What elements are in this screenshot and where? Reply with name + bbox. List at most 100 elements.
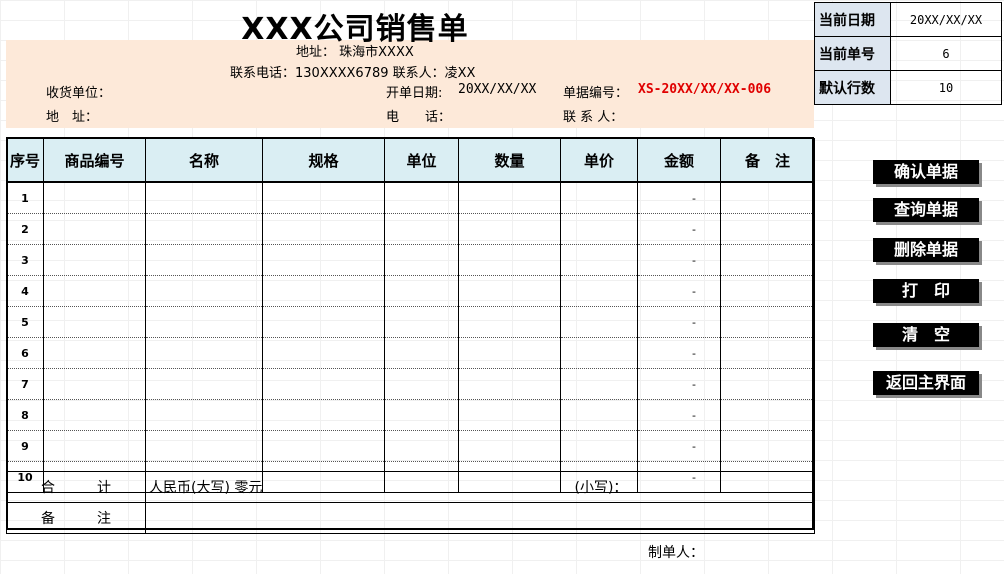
cell-name[interactable] — [145, 368, 263, 400]
cell-price[interactable] — [560, 399, 638, 431]
cell-product-code[interactable] — [43, 306, 146, 338]
cell-quantity[interactable] — [458, 430, 561, 462]
info-panel: 当前日期 20XX/XX/XX 当前单号 6 默认行数 10 — [814, 2, 1002, 105]
cell-price[interactable] — [560, 337, 638, 369]
phone-label: 电 话： — [386, 110, 452, 125]
cell-quantity[interactable] — [458, 213, 561, 245]
col-header-unit: 单位 — [384, 138, 459, 183]
col-header-index: 序号 — [6, 138, 44, 183]
table-row: 7- — [6, 368, 815, 400]
cell-amount[interactable]: - — [637, 337, 721, 369]
delete-doc-button[interactable]: 删除单据 — [873, 238, 979, 262]
cell-remark[interactable] — [720, 430, 815, 462]
current-date-value[interactable]: 20XX/XX/XX — [890, 2, 1002, 37]
current-doc-no-label: 当前单号 — [814, 36, 891, 71]
table-row: 5- — [6, 306, 815, 338]
cell-product-code[interactable] — [43, 182, 146, 214]
cell-name[interactable] — [145, 337, 263, 369]
cell-price[interactable] — [560, 213, 638, 245]
cell-spec[interactable] — [262, 399, 385, 431]
cell-name[interactable] — [145, 275, 263, 307]
cell-spec[interactable] — [262, 244, 385, 276]
cell-remark[interactable] — [720, 306, 815, 338]
cell-name[interactable] — [145, 213, 263, 245]
cell-unit[interactable] — [384, 337, 459, 369]
current-date-label: 当前日期 — [814, 2, 891, 37]
cell-product-code[interactable] — [43, 213, 146, 245]
cell-unit[interactable] — [384, 275, 459, 307]
cell-quantity[interactable] — [458, 306, 561, 338]
cell-product-code[interactable] — [43, 275, 146, 307]
cell-price[interactable] — [560, 244, 638, 276]
default-rows-value[interactable]: 10 — [890, 70, 1002, 105]
cell-amount[interactable]: - — [637, 430, 721, 462]
cell-remark[interactable] — [720, 213, 815, 245]
cell-name[interactable] — [145, 244, 263, 276]
cell-amount[interactable]: - — [637, 275, 721, 307]
print-button[interactable]: 打 印 — [873, 279, 979, 303]
table-header-row: 序号 商品编号 名称 规格 单位 数量 单价 金额 备 注 — [6, 138, 815, 183]
cell-remark[interactable] — [720, 337, 815, 369]
cell-product-code[interactable] — [43, 337, 146, 369]
cell-name[interactable] — [145, 399, 263, 431]
cell-product-code[interactable] — [43, 244, 146, 276]
cell-quantity[interactable] — [458, 244, 561, 276]
cell-spec[interactable] — [262, 213, 385, 245]
cell-amount[interactable]: - — [637, 368, 721, 400]
cell-name[interactable] — [145, 430, 263, 462]
cell-quantity[interactable] — [458, 182, 561, 214]
cell-price[interactable] — [560, 430, 638, 462]
cell-price[interactable] — [560, 182, 638, 214]
cell-amount[interactable]: - — [637, 182, 721, 214]
cell-unit[interactable] — [384, 244, 459, 276]
cell-product-code[interactable] — [43, 399, 146, 431]
col-header-spec: 规格 — [262, 138, 385, 183]
cell-price[interactable] — [560, 306, 638, 338]
cell-remark[interactable] — [720, 399, 815, 431]
table-body: 1-2-3-4-5-6-7-8-9-10- — [6, 182, 815, 493]
cell-quantity[interactable] — [458, 275, 561, 307]
cell-remark[interactable] — [720, 182, 815, 214]
cell-spec[interactable] — [262, 182, 385, 214]
cell-unit[interactable] — [384, 430, 459, 462]
total-cell[interactable]: 人民币(大写) 零元 (小写)： — [145, 471, 815, 503]
cell-quantity[interactable] — [458, 368, 561, 400]
cell-spec[interactable] — [262, 337, 385, 369]
doc-no-value: XS-20XX/XX/XX-006 — [638, 82, 772, 97]
clear-button[interactable]: 清 空 — [873, 323, 979, 347]
cell-name[interactable] — [145, 306, 263, 338]
total-label: 合 计 — [6, 471, 146, 503]
cell-spec[interactable] — [262, 275, 385, 307]
cell-price[interactable] — [560, 275, 638, 307]
cell-amount[interactable]: - — [637, 399, 721, 431]
cell-spec[interactable] — [262, 430, 385, 462]
cell-unit[interactable] — [384, 399, 459, 431]
cell-price[interactable] — [560, 368, 638, 400]
cell-amount[interactable]: - — [637, 213, 721, 245]
cell-unit[interactable] — [384, 182, 459, 214]
cell-remark[interactable] — [720, 275, 815, 307]
cell-spec[interactable] — [262, 368, 385, 400]
remark-cell[interactable] — [145, 502, 815, 534]
cell-product-code[interactable] — [43, 368, 146, 400]
cell-amount[interactable]: - — [637, 306, 721, 338]
cell-unit[interactable] — [384, 368, 459, 400]
cell-remark[interactable] — [720, 244, 815, 276]
cell-product-code[interactable] — [43, 430, 146, 462]
cell-name[interactable] — [145, 182, 263, 214]
cell-unit[interactable] — [384, 306, 459, 338]
query-doc-button[interactable]: 查询单据 — [873, 198, 979, 222]
table-row: 1- — [6, 182, 815, 214]
sales-table: 序号 商品编号 名称 规格 单位 数量 单价 金额 备 注 1-2-3-4-5-… — [6, 138, 815, 493]
confirm-doc-button[interactable]: 确认单据 — [873, 160, 979, 184]
cell-unit[interactable] — [384, 213, 459, 245]
cell-remark[interactable] — [720, 368, 815, 400]
current-doc-no-value[interactable]: 6 — [890, 36, 1002, 71]
back-to-main-button[interactable]: 返回主界面 — [873, 371, 979, 395]
cell-quantity[interactable] — [458, 399, 561, 431]
table-footer: 合 计 人民币(大写) 零元 (小写)： 备 注 — [6, 471, 815, 534]
cell-quantity[interactable] — [458, 337, 561, 369]
cell-amount[interactable]: - — [637, 244, 721, 276]
cell-spec[interactable] — [262, 306, 385, 338]
cell-index: 1 — [6, 182, 44, 214]
